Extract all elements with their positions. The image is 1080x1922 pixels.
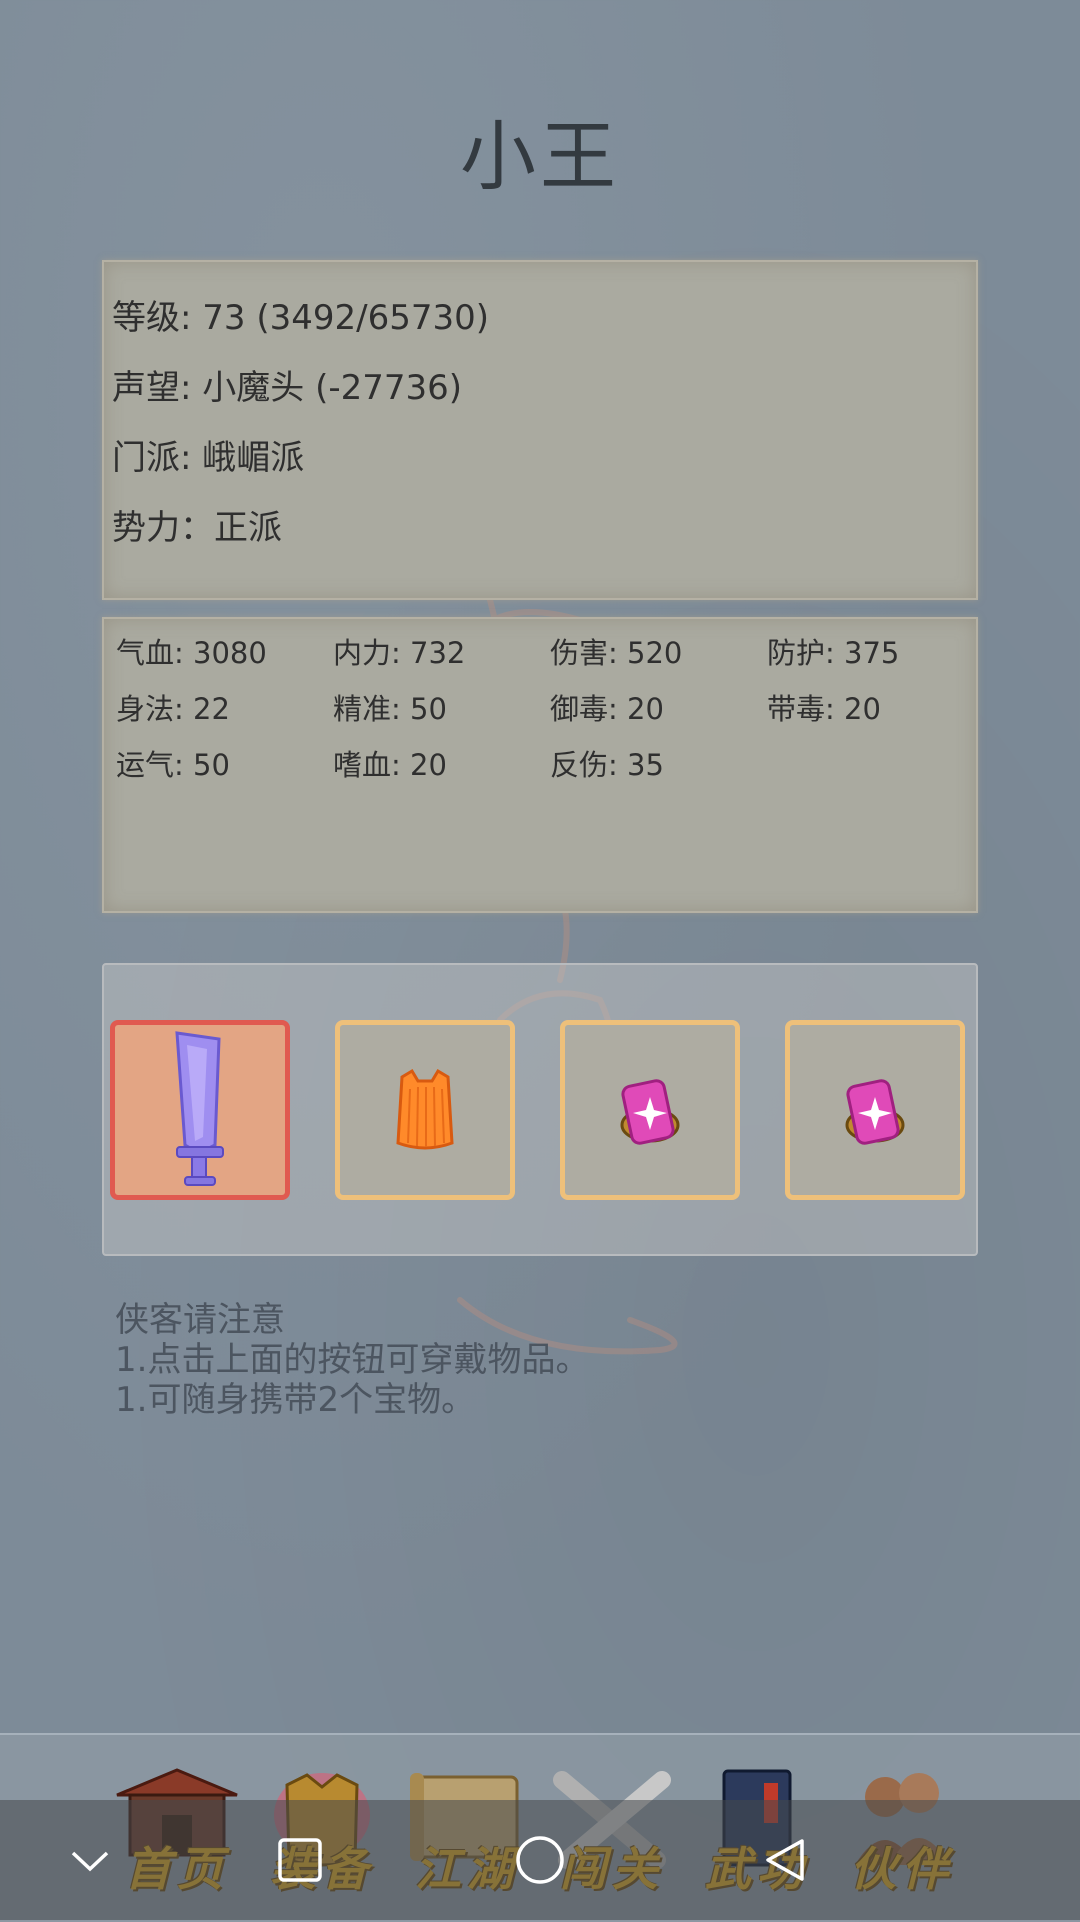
level-text: 等级: 73 (3492/65730) [112, 298, 490, 338]
stat-agility: 身法: 22 [116, 692, 230, 726]
equip-slot-treasure-2[interactable] [785, 1020, 965, 1200]
stat-poison-resist: 御毒: 20 [550, 692, 664, 726]
notice-title: 侠客请注意 [115, 1300, 285, 1340]
collapse-button[interactable] [40, 1800, 140, 1920]
system-navigation-bar [0, 1800, 1080, 1920]
stats-card: 气血: 3080 内力: 732 伤害: 520 防护: 375 身法: 22 … [102, 617, 978, 913]
profile-card: 等级: 73 (3492/65730) 声望: 小魔头 (-27736) 门派:… [102, 260, 978, 600]
stat-defense: 防护: 375 [767, 636, 900, 670]
character-name: 小王 [460, 112, 620, 201]
gem-icon [845, 1079, 905, 1145]
back-icon [766, 1839, 804, 1881]
equip-slot-weapon[interactable] [110, 1020, 290, 1200]
equipment-panel [102, 963, 978, 1256]
armor-icon [396, 1068, 454, 1150]
stat-damage: 伤害: 520 [550, 636, 683, 670]
equip-slot-armor[interactable] [335, 1020, 515, 1200]
stat-inner-power: 内力: 732 [333, 636, 466, 670]
reputation-text: 声望: 小魔头 (-27736) [112, 368, 463, 408]
stat-reflect: 反伤: 35 [550, 748, 664, 782]
gem-icon [620, 1079, 680, 1145]
stat-luck: 运气: 50 [116, 748, 230, 782]
stat-poison: 带毒: 20 [767, 692, 881, 726]
notice-line-1: 1.点击上面的按钮可穿戴物品。 [115, 1340, 590, 1380]
stat-accuracy: 精准: 50 [333, 692, 447, 726]
equip-slot-treasure-1[interactable] [560, 1020, 740, 1200]
recents-button[interactable] [250, 1800, 350, 1920]
home-circle-icon [516, 1836, 564, 1884]
sect-text: 门派: 峨嵋派 [112, 438, 305, 478]
collapse-icon [71, 1851, 109, 1872]
recents-icon [278, 1838, 322, 1882]
back-button[interactable] [735, 1800, 835, 1920]
notice-block: 侠客请注意 1.点击上面的按钮可穿戴物品。 1.可随身携带2个宝物。 [115, 1300, 589, 1420]
stat-hp: 气血: 3080 [116, 636, 267, 670]
notice-line-2: 1.可随身携带2个宝物。 [115, 1380, 476, 1420]
faction-text: 势力：正派 [112, 508, 282, 548]
home-button[interactable] [490, 1800, 590, 1920]
stat-lifesteal: 嗜血: 20 [333, 748, 447, 782]
sword-icon [175, 1031, 224, 1186]
